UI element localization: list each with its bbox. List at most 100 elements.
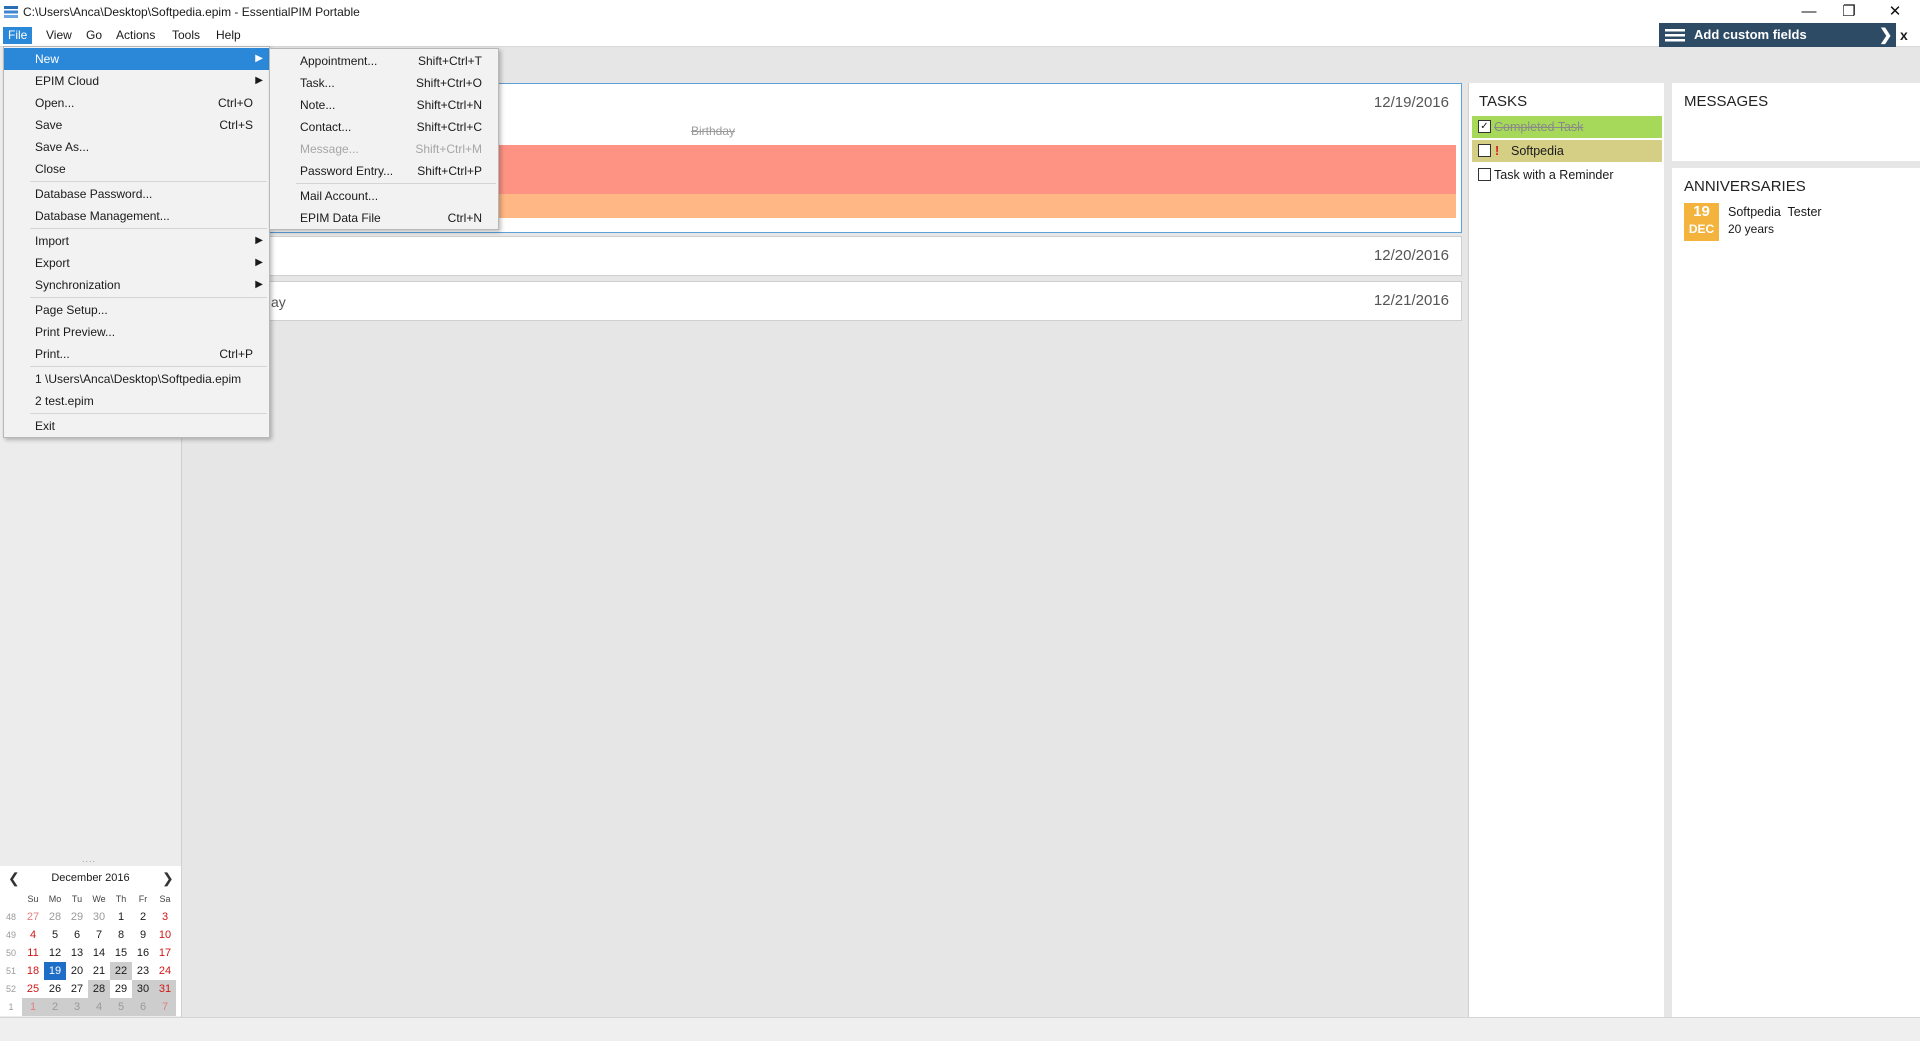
calendar-day[interactable]: 1 [110,908,132,926]
task-item[interactable]: Task with a Reminder [1472,164,1662,186]
menu-item-label: Open... [35,96,75,110]
calendar-day[interactable]: 19 [44,962,66,980]
calendar-day[interactable]: 13 [66,944,88,962]
calendar-day[interactable]: 15 [110,944,132,962]
calendar-day[interactable]: 4 [22,926,44,944]
submenu-item-contact[interactable]: Contact... Shift+Ctrl+C [270,116,498,138]
calendar-day[interactable]: 28 [88,980,110,998]
calendar-day[interactable]: 21 [88,962,110,980]
tasks-title: TASKS [1479,93,1528,110]
calendar-day[interactable]: 26 [44,980,66,998]
submenu-item-epim-data-file[interactable]: EPIM Data File Ctrl+N [270,207,498,229]
close-custom-fields-button[interactable]: x [1900,27,1908,43]
title-bar: C:\Users\Anca\Desktop\Softpedia.epim - E… [0,0,1920,24]
calendar-day[interactable]: 18 [22,962,44,980]
menu-item-recent-file[interactable]: 2 test.epim [4,390,269,412]
calendar-day[interactable]: 3 [154,908,176,926]
calendar-day[interactable]: 9 [132,926,154,944]
day-block[interactable]: ay 12/21/2016 [198,281,1462,321]
menu-item-save[interactable]: Save Ctrl+S [4,114,269,136]
calendar-day[interactable]: 27 [22,908,44,926]
chevron-right-icon[interactable]: ❯ [162,870,174,887]
calendar-day[interactable]: 7 [154,998,176,1016]
submenu-item-task[interactable]: Task... Shift+Ctrl+O [270,72,498,94]
calendar-day[interactable]: 20 [66,962,88,980]
new-submenu: Appointment... Shift+Ctrl+T Task... Shift+… [269,48,499,230]
calendar-day[interactable]: 22 [110,962,132,980]
menu-item-label: Database Management... [35,209,170,223]
calendar-day[interactable]: 11 [22,944,44,962]
calendar-day[interactable]: 29 [66,908,88,926]
submenu-item-note[interactable]: Note... Shift+Ctrl+N [270,94,498,116]
calendar-day[interactable]: 7 [88,926,110,944]
calendar-day[interactable]: 25 [22,980,44,998]
submenu-item-message: Message... Shift+Ctrl+M [270,138,498,160]
calendar-day[interactable]: 31 [154,980,176,998]
submenu-item-password-entry[interactable]: Password Entry... Shift+Ctrl+P [270,160,498,182]
calendar-day[interactable]: 6 [66,926,88,944]
task-item[interactable]: ! Softpedia [1472,140,1662,162]
calendar-day[interactable]: 30 [132,980,154,998]
calendar-day[interactable]: 5 [110,998,132,1016]
submenu-arrow-icon: ▶ [255,257,263,268]
menu-item-close[interactable]: Close [4,158,269,180]
menu-item-print[interactable]: Print... Ctrl+P [4,343,269,365]
calendar-day[interactable]: 23 [132,962,154,980]
menu-item-page-setup[interactable]: Page Setup... [4,299,269,321]
menu-item-exit[interactable]: Exit [4,415,269,437]
checkbox-icon[interactable] [1478,144,1491,157]
calendar-day[interactable]: 5 [44,926,66,944]
menu-tools[interactable]: Tools [167,27,205,44]
add-custom-fields-button[interactable]: Add custom fields ❯ [1659,23,1896,47]
menu-item-epim-cloud[interactable]: EPIM Cloud ▶ [4,70,269,92]
calendar-day[interactable]: 14 [88,944,110,962]
calendar-day[interactable]: 10 [154,926,176,944]
checkbox-checked-icon[interactable]: ✓ [1478,120,1491,133]
restore-button[interactable]: ❐ [1826,0,1872,24]
day-block[interactable]: 12/20/2016 [198,236,1462,276]
event-birthday[interactable]: Birthday [691,124,735,138]
calendar-day[interactable]: 24 [154,962,176,980]
menu-item-new[interactable]: New ▶ [4,48,269,70]
calendar-day[interactable]: 17 [154,944,176,962]
calendar-day[interactable]: 4 [88,998,110,1016]
calendar-day[interactable]: 16 [132,944,154,962]
calendar-day[interactable]: 2 [132,908,154,926]
calendar-day[interactable]: 8 [110,926,132,944]
submenu-item-appointment[interactable]: Appointment... Shift+Ctrl+T [270,50,498,72]
menu-item-recent-file[interactable]: 1 \Users\Anca\Desktop\Softpedia.epim [4,368,269,390]
calendar-month-title[interactable]: December 2016 [0,872,181,884]
submenu-item-mail-account[interactable]: Mail Account... [270,185,498,207]
menu-separator [30,228,267,229]
pane-splitter[interactable]: .... [0,854,181,864]
menu-view[interactable]: View [41,27,77,44]
menu-item-synchronization[interactable]: Synchronization ▶ [4,274,269,296]
menu-file[interactable]: File [3,27,33,44]
menu-actions[interactable]: Actions [111,27,160,44]
menu-item-database-management[interactable]: Database Management... [4,205,269,227]
calendar-day[interactable]: 6 [132,998,154,1016]
window-title: C:\Users\Anca\Desktop\Softpedia.epim - E… [23,5,360,19]
menu-item-import[interactable]: Import ▶ [4,230,269,252]
calendar-day[interactable]: 2 [44,998,66,1016]
menu-item-label: Note... [300,98,336,112]
menu-item-database-password[interactable]: Database Password... [4,183,269,205]
menu-item-open[interactable]: Open... Ctrl+O [4,92,269,114]
calendar-day[interactable]: 29 [110,980,132,998]
menu-item-export[interactable]: Export ▶ [4,252,269,274]
close-window-button[interactable]: ✕ [1872,0,1918,24]
calendar-day[interactable]: 28 [44,908,66,926]
menu-item-label: New [35,52,60,66]
menu-item-print-preview[interactable]: Print Preview... [4,321,269,343]
calendar-day[interactable]: 3 [66,998,88,1016]
calendar-day[interactable]: 12 [44,944,66,962]
menu-item-save-as[interactable]: Save As... [4,136,269,158]
task-item[interactable]: ✓ Completed Task [1472,116,1662,138]
anniversary-name[interactable]: Softpedia Tester [1728,205,1822,219]
calendar-day[interactable]: 30 [88,908,110,926]
calendar-day[interactable]: 27 [66,980,88,998]
menu-help[interactable]: Help [211,27,246,44]
checkbox-icon[interactable] [1478,168,1491,181]
calendar-day[interactable]: 1 [22,998,44,1016]
menu-go[interactable]: Go [81,27,107,44]
